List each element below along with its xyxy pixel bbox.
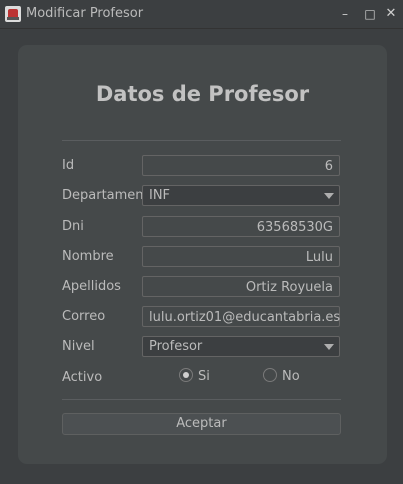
row-correo: Correo lulu.ortiz01@educantabria.es [62, 306, 342, 328]
id-field[interactable]: 6 [142, 155, 340, 176]
departamento-value: INF [149, 188, 171, 203]
activo-si-radio[interactable] [179, 368, 193, 382]
correo-field[interactable]: lulu.ortiz01@educantabria.es [142, 306, 340, 327]
departamento-select[interactable]: INF [142, 185, 340, 206]
nombre-label: Nombre [62, 249, 114, 264]
chevron-down-icon[interactable] [324, 344, 334, 350]
apellidos-label: Apellidos [62, 279, 121, 294]
divider-top [62, 140, 341, 141]
row-departamento: Departamento INF [62, 185, 342, 207]
activo-no-radio[interactable] [263, 368, 277, 382]
row-nombre: Nombre Lulu [62, 246, 342, 268]
row-activo: Activo Si No [62, 367, 342, 389]
activo-no-label[interactable]: No [282, 369, 300, 384]
dni-label: Dni [62, 219, 84, 234]
nombre-field[interactable]: Lulu [142, 246, 340, 267]
id-label: Id [62, 158, 75, 173]
accept-button[interactable]: Aceptar [62, 413, 341, 435]
minimize-button[interactable]: – [335, 4, 355, 24]
nivel-select[interactable]: Profesor [142, 336, 340, 357]
dni-field[interactable]: 63568530G [142, 216, 340, 237]
nivel-value: Profesor [149, 339, 203, 354]
row-dni: Dni 63568530G [62, 216, 342, 238]
activo-si-label[interactable]: Si [198, 369, 210, 384]
radio-selected-dot [183, 372, 189, 378]
maximize-button[interactable]: □ [360, 4, 380, 24]
row-id: Id 6 [62, 155, 342, 177]
title-bar: Modificar Profesor – □ ✕ [0, 0, 403, 29]
row-nivel: Nivel Profesor [62, 336, 342, 358]
nivel-label: Nivel [62, 339, 95, 354]
divider-bottom [62, 399, 341, 400]
window-title: Modificar Profesor [26, 6, 144, 21]
form-panel: Datos de Profesor Id 6 Departamento INF … [18, 45, 387, 464]
activo-label: Activo [62, 370, 103, 385]
close-button[interactable]: ✕ [381, 4, 401, 24]
apellidos-field[interactable]: Ortiz Royuela [142, 276, 340, 297]
app-icon [5, 6, 21, 22]
page-title: Datos de Profesor [95, 82, 310, 106]
row-apellidos: Apellidos Ortiz Royuela [62, 276, 342, 298]
chevron-down-icon[interactable] [324, 193, 334, 199]
correo-label: Correo [62, 309, 106, 324]
